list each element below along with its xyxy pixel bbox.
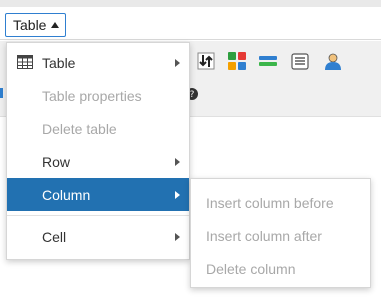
toolbar-edge-marker (0, 88, 3, 98)
color-blocks-icon[interactable] (227, 51, 247, 71)
chevron-right-icon (175, 158, 180, 166)
svg-text:?: ? (190, 90, 195, 100)
menu-item-cell[interactable]: Cell (7, 220, 189, 253)
chevron-right-icon (175, 233, 180, 241)
menu-item-row[interactable]: Row (7, 145, 189, 178)
menu-item-table-properties[interactable]: Table properties (7, 79, 189, 112)
submenu-item-insert-column-after[interactable]: Insert column after (191, 219, 370, 252)
chevron-right-icon (175, 59, 180, 67)
menu-separator (7, 215, 189, 216)
menu-item-column[interactable]: Column (7, 178, 189, 211)
user-icon[interactable] (323, 51, 343, 71)
menubar: Table (0, 0, 381, 40)
menu-item-label: Cell (42, 228, 67, 245)
chevron-right-icon (175, 191, 180, 199)
menu-item-table[interactable]: Table (7, 46, 189, 79)
table-grid-icon (17, 55, 33, 69)
submenu-item-delete-column[interactable]: Delete column (191, 252, 370, 285)
submenu-item-label: Insert column before (206, 194, 334, 211)
bars-icon[interactable] (258, 51, 278, 71)
list-icon[interactable] (290, 51, 310, 71)
table-menu-label: Table (13, 17, 47, 33)
submenu-item-label: Delete column (206, 260, 296, 277)
caret-up-icon (51, 22, 60, 28)
menu-item-label: Row (42, 153, 71, 170)
menu-item-label: Delete table (42, 120, 117, 137)
menu-item-label: Table (42, 54, 76, 71)
menu-item-label: Column (42, 186, 91, 203)
sort-arrows-icon[interactable] (196, 51, 216, 71)
submenu-item-label: Insert column after (206, 227, 322, 244)
menu-item-label: Table properties (42, 87, 142, 104)
submenu-item-insert-column-before[interactable]: Insert column before (191, 186, 370, 219)
table-dropdown-menu: Table Table properties Delete table Row … (6, 42, 190, 260)
column-submenu: Insert column before Insert column after… (190, 178, 371, 288)
menu-item-delete-table[interactable]: Delete table (7, 112, 189, 145)
table-menu-button[interactable]: Table (5, 13, 67, 37)
